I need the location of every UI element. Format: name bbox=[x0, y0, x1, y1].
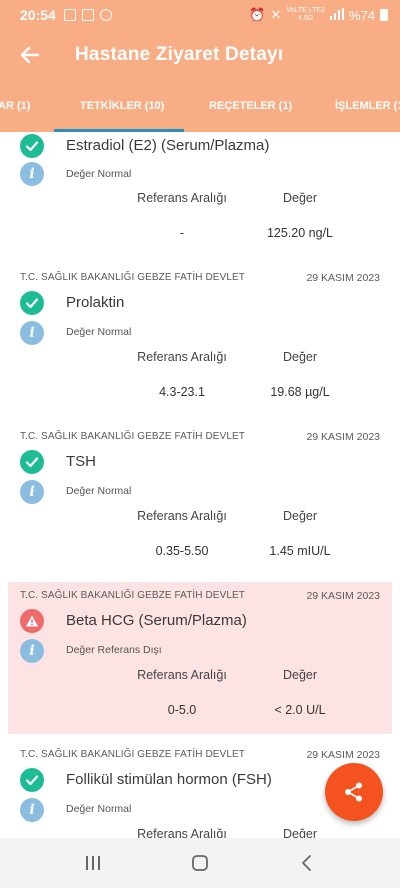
reference-value: 0-5.0 bbox=[167, 703, 197, 717]
reference-header: Referans Aralığı bbox=[137, 827, 227, 838]
result-note: Değer Normal bbox=[66, 485, 132, 497]
check-icon bbox=[20, 134, 44, 158]
info-icon[interactable]: i bbox=[20, 480, 44, 504]
back-button[interactable] bbox=[0, 30, 60, 80]
tab-label: AR (1) bbox=[0, 100, 31, 112]
test-name: Follikül stimülan hormon (FSH) bbox=[66, 771, 272, 788]
result-card-alert[interactable]: T.C. SAĞLIK BAKANLIĞI GEBZE FATİH DEVLET… bbox=[8, 582, 392, 734]
network-mid-label: 4.5G bbox=[298, 15, 314, 22]
battery-percent: %74 bbox=[348, 7, 375, 23]
test-name: Estradiol (E2) (Serum/Plazma) bbox=[66, 137, 270, 154]
test-name: Prolaktin bbox=[66, 294, 125, 311]
reference-value: - bbox=[179, 226, 185, 240]
mute-icon: ✕ bbox=[270, 7, 282, 22]
reference-value: 4.3-23.1 bbox=[159, 385, 205, 399]
result-card[interactable]: T.C. SAĞLIK BAKANLIĞI GEBZE FATİH DEVLET… bbox=[8, 264, 392, 422]
result-note: Değer Normal bbox=[66, 326, 132, 338]
institution-name: T.C. SAĞLIK BAKANLIĞI GEBZE FATİH DEVLET bbox=[20, 431, 245, 442]
result-date: 29 KASIM 2023 bbox=[306, 749, 380, 761]
toolbar: Hastane Ziyaret Detayı bbox=[0, 30, 400, 80]
chrome-icon bbox=[99, 9, 112, 21]
reference-header: Referans Aralığı bbox=[137, 668, 227, 682]
app-header: 20:54 ⏰ ✕ VoLTE LTE2 4.5G %74 Hastane Zi… bbox=[0, 0, 400, 132]
arrow-left-icon bbox=[20, 46, 40, 64]
check-icon bbox=[20, 768, 44, 792]
chevron-left-icon bbox=[301, 855, 311, 871]
warning-icon bbox=[20, 609, 44, 633]
battery-icon bbox=[380, 9, 388, 21]
status-right: ⏰ ✕ VoLTE LTE2 4.5G %74 bbox=[249, 7, 388, 23]
check-icon bbox=[20, 450, 44, 474]
tab-label: REÇETELER (1) bbox=[209, 100, 293, 112]
result-value: 1.45 mIU/L bbox=[269, 544, 331, 558]
recents-icon bbox=[86, 856, 101, 870]
result-value: < 2.0 U/L bbox=[274, 703, 326, 717]
info-icon[interactable]: i bbox=[20, 321, 44, 345]
institution-name: T.C. SAĞLIK BAKANLIĞI GEBZE FATİH DEVLET bbox=[20, 272, 245, 283]
reference-header: Referans Aralığı bbox=[137, 509, 227, 523]
institution-name: T.C. SAĞLIK BAKANLIĞI GEBZE FATİH DEVLET bbox=[20, 749, 245, 760]
system-nav-bar bbox=[0, 838, 400, 888]
tab-prescriptions[interactable]: REÇETELER (1) bbox=[209, 80, 292, 132]
result-value: 19.68 µg/L bbox=[270, 385, 330, 399]
card-icon bbox=[81, 9, 94, 21]
result-value: 125.20 ng/L bbox=[266, 226, 334, 240]
tab-bar: AR (1) TETKİKLER (10) REÇETELER (1) İŞLE… bbox=[0, 80, 400, 132]
check-icon bbox=[20, 291, 44, 315]
status-bar: 20:54 ⏰ ✕ VoLTE LTE2 4.5G %74 bbox=[0, 0, 400, 30]
test-name: TSH bbox=[66, 453, 96, 470]
signal-icon bbox=[329, 7, 344, 23]
info-icon[interactable]: i bbox=[20, 162, 44, 186]
tab-label: TETKİKLER (10) bbox=[80, 100, 165, 112]
result-date: 29 KASIM 2023 bbox=[306, 431, 380, 443]
network-indicator: VoLTE LTE2 4.5G bbox=[286, 7, 325, 23]
value-header: Değer bbox=[282, 827, 318, 838]
info-icon[interactable]: i bbox=[20, 798, 44, 822]
page-title: Hastane Ziyaret Detayı bbox=[75, 44, 284, 65]
reference-header: Referans Aralığı bbox=[137, 350, 227, 364]
result-date: 29 KASIM 2023 bbox=[306, 272, 380, 284]
tab-procedures[interactable]: İŞLEMLER (1 bbox=[335, 80, 400, 132]
notification-icons bbox=[63, 9, 112, 21]
tab-label: İŞLEMLER (1 bbox=[335, 100, 400, 112]
tab-tests[interactable]: TETKİKLER (10) bbox=[80, 80, 164, 132]
share-icon bbox=[345, 782, 362, 802]
info-icon[interactable]: i bbox=[20, 639, 44, 663]
result-date: 29 KASIM 2023 bbox=[306, 590, 380, 602]
result-note: Değer Normal bbox=[66, 803, 132, 815]
network-top-label: VoLTE LTE2 bbox=[286, 7, 325, 14]
back-nav-button[interactable] bbox=[287, 843, 327, 883]
home-icon bbox=[192, 855, 208, 871]
reference-value: 0.35-5.50 bbox=[155, 544, 209, 558]
alarm-icon: ⏰ bbox=[249, 7, 266, 22]
results-list[interactable]: Estradiol (E2) (Serum/Plazma) i Değer No… bbox=[0, 132, 400, 838]
home-button[interactable] bbox=[180, 843, 220, 883]
result-note: Değer Referans Dışı bbox=[66, 644, 162, 656]
reference-header: Referans Aralığı bbox=[137, 191, 227, 205]
result-card[interactable]: Estradiol (E2) (Serum/Plazma) i Değer No… bbox=[8, 132, 392, 272]
status-time: 20:54 bbox=[20, 7, 56, 23]
result-note: Değer Normal bbox=[66, 168, 132, 180]
result-card[interactable]: T.C. SAĞLIK BAKANLIĞI GEBZE FATİH DEVLET… bbox=[8, 423, 392, 581]
test-name: Beta HCG (Serum/Plazma) bbox=[66, 612, 247, 629]
gallery-icon bbox=[63, 9, 76, 21]
institution-name: T.C. SAĞLIK BAKANLIĞI GEBZE FATİH DEVLET bbox=[20, 590, 245, 601]
value-header: Değer bbox=[282, 509, 318, 523]
value-header: Değer bbox=[282, 191, 318, 205]
value-header: Değer bbox=[282, 350, 318, 364]
recents-button[interactable] bbox=[73, 843, 113, 883]
value-header: Değer bbox=[282, 668, 318, 682]
share-button[interactable] bbox=[325, 763, 383, 821]
tab-previous[interactable]: AR (1) bbox=[0, 80, 30, 132]
